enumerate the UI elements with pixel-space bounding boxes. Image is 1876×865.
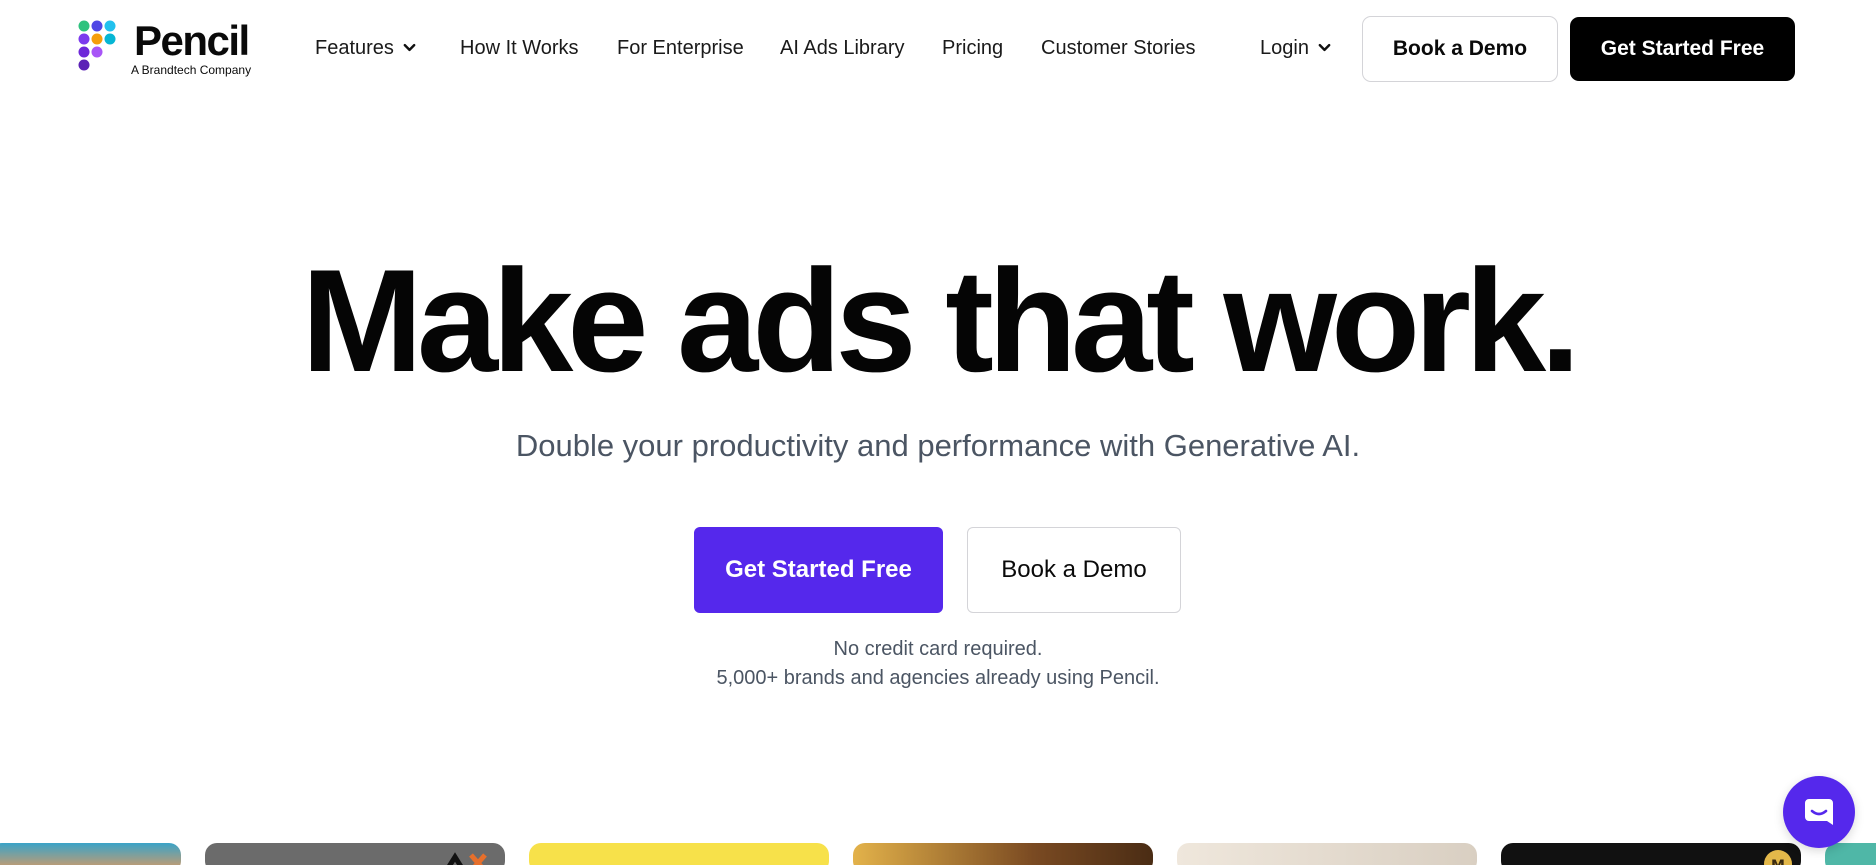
pencil-logo[interactable]: Pencil A Brandtech Company bbox=[78, 17, 268, 80]
ad-logo-icon bbox=[447, 852, 487, 865]
nav-customer-stories[interactable]: Customer Stories bbox=[1041, 36, 1196, 60]
hero-get-started-button[interactable]: Get Started Free bbox=[694, 527, 943, 613]
nav-pricing[interactable]: Pricing bbox=[942, 36, 1003, 60]
hero-title: Make ads that work. bbox=[301, 239, 1580, 402]
ad-thumbnail[interactable] bbox=[0, 843, 181, 865]
hero-book-demo-button[interactable]: Book a Demo bbox=[967, 527, 1181, 613]
nav-ai-ads-library[interactable]: AI Ads Library bbox=[780, 36, 905, 60]
nav-get-started-button[interactable]: Get Started Free bbox=[1570, 17, 1795, 81]
nav-login-label: Login bbox=[1260, 37, 1309, 59]
ad-thumbnail[interactable] bbox=[853, 843, 1153, 865]
ad-thumbnail[interactable]: M bbox=[1501, 843, 1801, 865]
no-credit-card-note: No credit card required. bbox=[833, 638, 1043, 660]
top-nav: Pencil A Brandtech Company Features How … bbox=[0, 0, 1876, 98]
pencil-logo-icon bbox=[78, 20, 116, 71]
svg-text:M: M bbox=[1771, 858, 1785, 865]
nav-features-label: Features bbox=[315, 37, 394, 59]
ad-thumbnail[interactable] bbox=[1177, 843, 1477, 865]
nav-features[interactable]: Features bbox=[315, 36, 417, 60]
ad-badge-icon: M bbox=[1764, 850, 1792, 865]
hero-subtitle: Double your productivity and performance… bbox=[515, 428, 1361, 463]
chevron-down-icon bbox=[403, 43, 416, 52]
chat-icon bbox=[1805, 799, 1833, 825]
nav-book-demo-button[interactable]: Book a Demo bbox=[1362, 16, 1558, 82]
ad-thumbnail[interactable] bbox=[205, 843, 505, 865]
brand-tagline: A Brandtech Company bbox=[131, 63, 252, 77]
ad-thumbnail[interactable] bbox=[529, 843, 829, 865]
page: Pencil A Brandtech Company Features How … bbox=[0, 0, 1876, 865]
brand-name: Pencil bbox=[134, 17, 250, 64]
brands-count-note: 5,000+ brands and agencies already using… bbox=[716, 667, 1160, 689]
chat-launcher-button[interactable] bbox=[1783, 776, 1855, 848]
chevron-down-icon bbox=[1318, 43, 1331, 52]
ad-thumbnail[interactable] bbox=[1825, 843, 1876, 865]
nav-login[interactable]: Login bbox=[1260, 36, 1332, 60]
nav-how-it-works[interactable]: How It Works bbox=[460, 36, 579, 60]
nav-for-enterprise[interactable]: For Enterprise bbox=[617, 36, 744, 60]
